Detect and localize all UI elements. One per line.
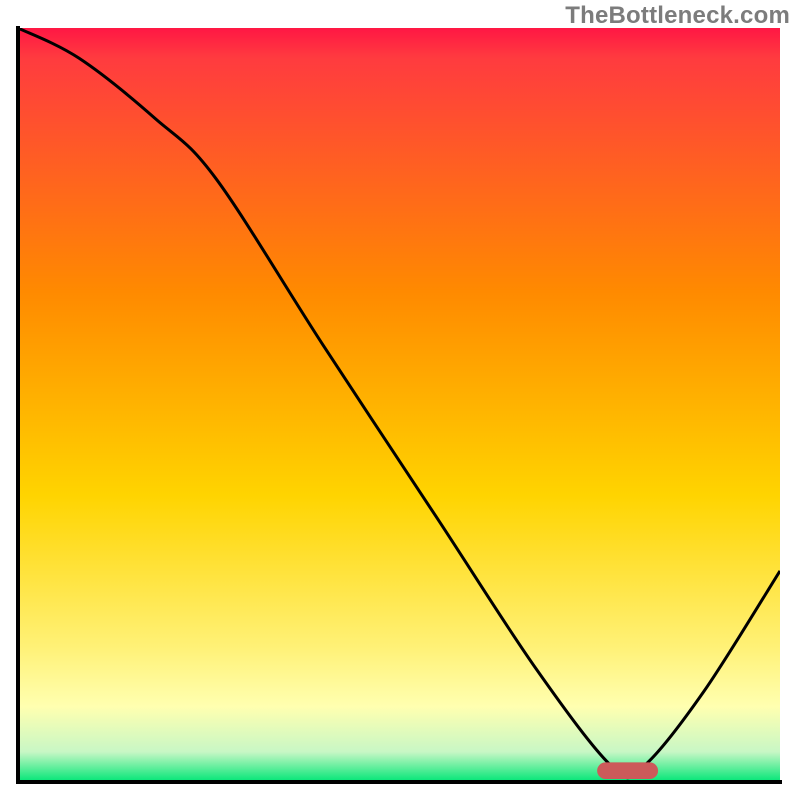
optimal-marker <box>597 762 658 779</box>
gradient-background <box>18 28 780 782</box>
chart-container: TheBottleneck.com <box>0 0 800 800</box>
bottleneck-chart <box>0 0 800 800</box>
